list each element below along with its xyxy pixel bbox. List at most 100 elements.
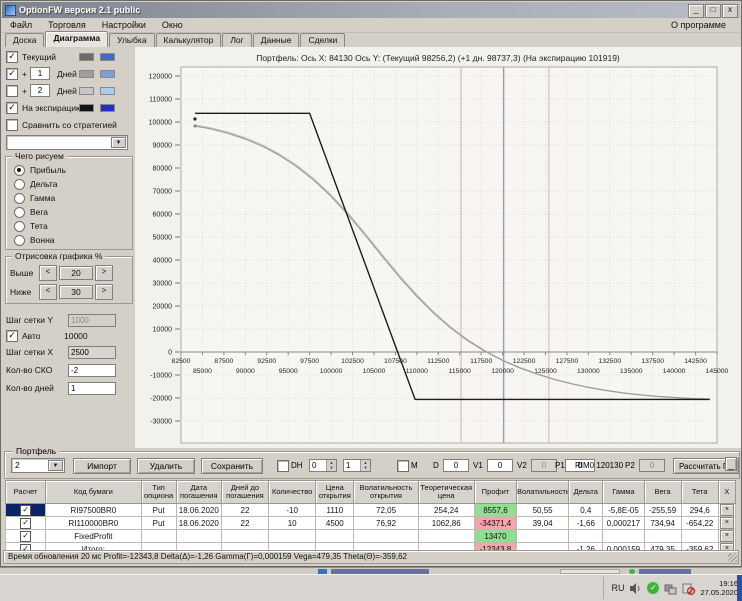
series-checkbox-3[interactable]: ✓	[6, 101, 18, 114]
column-header-Цена открытия[interactable]: Цена открытия	[315, 480, 355, 504]
series-color-swatch-2-0[interactable]	[79, 86, 94, 95]
import-button[interactable]: Импорт	[73, 458, 131, 474]
compare-strategy-row[interactable]: ✓ Сравнить со стратегией	[3, 116, 135, 133]
portfolio-combobox[interactable]: 2 ▼	[11, 458, 65, 473]
table-row-1[interactable]: ✓ RI110000BR0 Put 18.06.2020 22 10 4500 76,92 10…	[4, 516, 737, 530]
column-header-Гамма[interactable]: Гамма	[602, 480, 645, 504]
draw-option-Тета[interactable]: Тета	[10, 219, 130, 233]
column-header-Вега[interactable]: Вега	[643, 480, 682, 504]
menu-item-1[interactable]: Торговля	[40, 19, 94, 31]
series-color-swatch-1-0[interactable]	[79, 69, 94, 78]
calc-cell[interactable]: ✓	[4, 529, 47, 543]
collapse-panel-button[interactable]: _	[725, 457, 737, 471]
column-header-Тип опциона[interactable]: Тип опциона	[140, 480, 177, 504]
resize-grip[interactable]	[728, 553, 737, 562]
calc-cell[interactable]: ✓	[4, 516, 47, 530]
minimize-button[interactable]: _	[688, 4, 704, 18]
tab-Улыбка[interactable]: Улыбка	[109, 33, 155, 47]
sko-input[interactable]	[68, 363, 116, 377]
series-days-input-1[interactable]	[29, 67, 50, 80]
draw-option-Прибыль[interactable]: Прибыль	[10, 163, 130, 177]
v2-input[interactable]	[531, 459, 557, 472]
column-header-Расчет[interactable]: Расчет	[4, 480, 47, 504]
column-header-Профит[interactable]: Профит	[473, 480, 518, 504]
compare-strategy-checkbox[interactable]: ✓	[6, 118, 18, 131]
tab-Калькулятор[interactable]: Калькулятор	[155, 33, 222, 47]
column-header-Теоретическая цена[interactable]: Теоретическая цена	[417, 480, 475, 504]
draw-option-Вонна[interactable]: Вонна	[10, 233, 130, 247]
chevron-down-icon[interactable]: ▼	[48, 460, 63, 471]
series-color-swatch-3-1[interactable]	[100, 103, 115, 112]
column-header-X[interactable]: X	[717, 480, 737, 504]
m-checkbox[interactable]: ✓	[397, 460, 409, 472]
series-days-input-2[interactable]	[29, 84, 50, 97]
dh-spinner-2[interactable]: 1 ▲ ▼	[343, 459, 371, 472]
show-desktop-button[interactable]	[737, 575, 742, 601]
calc-cell[interactable]: ✓	[4, 503, 47, 517]
delete-cell[interactable]: ×	[717, 516, 737, 530]
range-increase-button[interactable]: >	[95, 264, 113, 281]
blocked-service-icon[interactable]	[682, 582, 696, 595]
series-color-swatch-0-0[interactable]	[79, 52, 94, 61]
language-indicator[interactable]: RU	[611, 583, 624, 593]
tab-Данные[interactable]: Данные	[252, 33, 300, 47]
profit-chart[interactable]: 1200001100001000009000080000700006000050…	[135, 47, 741, 448]
taskbar-clock[interactable]: 19:16 27.05.2020	[700, 579, 738, 597]
column-header-Дата погашения[interactable]: Дата погашения	[175, 480, 222, 504]
delete-cell[interactable]: ×	[717, 503, 737, 517]
chevron-down-icon[interactable]: ▼	[111, 137, 126, 148]
svg-text:60000: 60000	[153, 212, 173, 219]
draw-option-Дельта[interactable]: Дельта	[10, 177, 130, 191]
column-header-Волатильность[interactable]: Волатильность	[516, 480, 570, 504]
tab-Диаграмма[interactable]: Диаграмма	[45, 31, 109, 47]
series-checkbox-2[interactable]: ✓	[6, 84, 18, 97]
column-header-Код бумаги[interactable]: Код бумаги	[45, 480, 142, 504]
close-button[interactable]: x	[722, 4, 738, 18]
menu-item-3[interactable]: Окно	[154, 19, 191, 31]
auto-checkbox[interactable]: ✓	[6, 330, 18, 342]
range-increase-button[interactable]: >	[95, 283, 113, 300]
draw-option-Гамма[interactable]: Гамма	[10, 191, 130, 205]
taskbar[interactable]: RU ✓ 19:16 27.05.2020	[0, 574, 742, 601]
dh-checkbox[interactable]: ✓	[277, 460, 289, 472]
menu-item-2[interactable]: Настройки	[94, 19, 154, 31]
series-color-swatch-2-1[interactable]	[100, 86, 115, 95]
range-decrease-button[interactable]: <	[39, 264, 57, 281]
d-input[interactable]	[443, 459, 469, 472]
grid-x-input[interactable]	[68, 345, 116, 359]
tab-Лог[interactable]: Лог	[222, 33, 252, 47]
draw-option-Вега[interactable]: Вега	[10, 205, 130, 219]
delete-button[interactable]: Удалить	[137, 458, 195, 474]
series-color-swatch-1-1[interactable]	[100, 69, 115, 78]
network-icon[interactable]	[664, 582, 677, 595]
volume-icon[interactable]	[629, 582, 642, 595]
series-label-0: Текущий	[22, 51, 56, 62]
column-header-Волатильность открытия[interactable]: Волатильность открытия	[353, 480, 419, 504]
dh-spinner-1[interactable]: 0 ▲ ▼	[309, 459, 337, 472]
series-checkbox-1[interactable]: ✓	[6, 67, 18, 80]
column-header-Дельта[interactable]: Дельта	[568, 480, 604, 504]
column-header-Количество[interactable]: Количество	[268, 480, 317, 504]
grid-y-input[interactable]	[68, 313, 116, 327]
series-checkbox-0[interactable]: ✓	[6, 50, 18, 63]
column-header-Тета[interactable]: Тета	[680, 480, 719, 504]
days-count-input[interactable]	[68, 381, 116, 395]
tab-Доска[interactable]: Доска	[5, 33, 45, 47]
p2-input[interactable]	[639, 459, 665, 472]
menu-item-about[interactable]: О программе	[663, 19, 734, 31]
antivirus-ok-icon[interactable]: ✓	[647, 582, 660, 594]
save-button[interactable]: Сохранить	[201, 458, 263, 474]
maximize-button[interactable]: □	[705, 4, 721, 18]
range-decrease-button[interactable]: <	[39, 283, 57, 300]
series-color-swatch-0-1[interactable]	[100, 52, 115, 61]
menu-item-0[interactable]: Файл	[2, 19, 40, 31]
v1-input[interactable]	[487, 459, 513, 472]
strategy-combobox[interactable]: ▼	[6, 135, 128, 150]
column-header-Дней до погашения[interactable]: Дней до погашения	[220, 480, 270, 504]
title-bar[interactable]: OptionFW версия 2.1 public _ □ x	[2, 2, 740, 18]
table-row-2[interactable]: ✓ FixedProfit 13470 ×	[4, 529, 737, 543]
delete-cell[interactable]: ×	[717, 529, 737, 543]
table-row-0[interactable]: ✓ RI97500BR0 Put 18.06.2020 22 -10 1110 72,05 25…	[4, 503, 737, 517]
series-color-swatch-3-0[interactable]	[79, 103, 94, 112]
tab-Сделки[interactable]: Сделки	[300, 33, 346, 47]
